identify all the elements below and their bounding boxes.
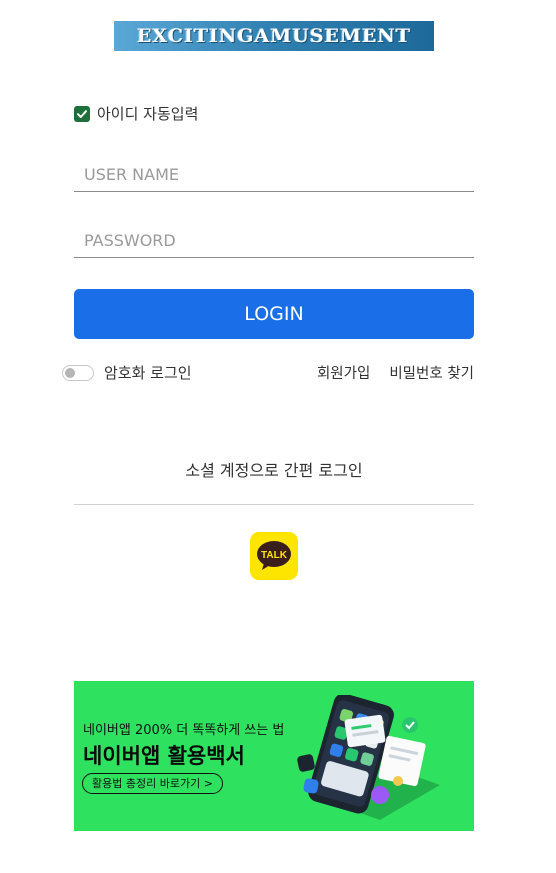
encrypted-login-label: 암호화 로그인 <box>104 364 192 382</box>
social-divider <box>74 504 474 505</box>
auto-fill-label: 아이디 자동입력 <box>97 105 199 123</box>
toggle-knob <box>65 367 75 378</box>
find-password-link[interactable]: 비밀번호 찾기 <box>389 362 474 383</box>
password-input[interactable] <box>74 224 474 258</box>
encrypted-login-row[interactable]: 암호화 로그인 <box>62 362 192 383</box>
kakao-login-button[interactable]: TALK <box>250 532 298 580</box>
username-input[interactable] <box>74 158 474 192</box>
auto-fill-checkbox[interactable] <box>74 105 90 122</box>
kakao-talk-icon: TALK <box>257 541 291 570</box>
site-logo: EXCITINGAMUSEMENT <box>114 21 434 51</box>
login-button[interactable]: LOGIN <box>74 289 474 339</box>
account-links: 회원가입 비밀번호 찾기 <box>317 362 474 383</box>
kakao-label: TALK <box>261 550 288 561</box>
auto-fill-row[interactable]: 아이디 자동입력 <box>74 103 198 124</box>
naver-app-banner[interactable]: 네이버앱 200% 더 똑똑하게 쓰는 법 네이버앱 활용백서 활용법 총정리 … <box>74 681 474 831</box>
phone-illustration <box>297 695 440 820</box>
check-icon <box>77 109 87 118</box>
banner-cta-button[interactable]: 활용법 총정리 바로가기 > <box>82 773 223 794</box>
banner-subtitle: 네이버앱 200% 더 똑똑하게 쓰는 법 <box>83 723 285 738</box>
social-login-title: 소셜 계정으로 간편 로그인 <box>185 461 363 480</box>
banner-title: 네이버앱 활용백서 <box>83 744 245 768</box>
encrypted-login-toggle[interactable] <box>62 364 94 381</box>
signup-link[interactable]: 회원가입 <box>317 362 370 383</box>
logo-text: EXCITINGAMUSEMENT <box>136 25 412 47</box>
